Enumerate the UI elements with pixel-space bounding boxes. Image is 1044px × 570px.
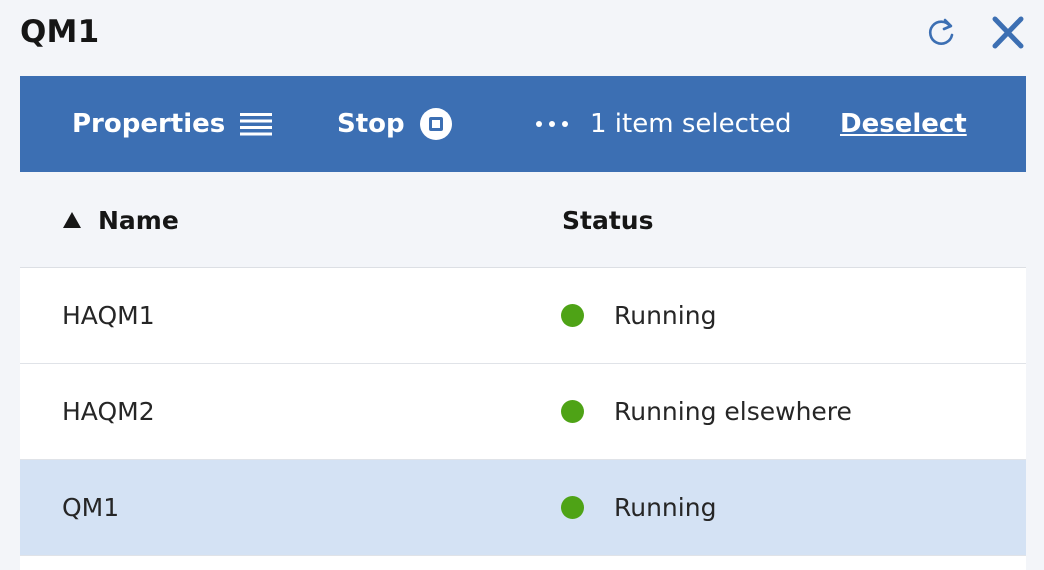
cell-name: HAQM1 — [62, 301, 155, 330]
page-title: QM1 — [20, 14, 100, 50]
refresh-icon[interactable] — [926, 16, 960, 54]
deselect-link[interactable]: Deselect — [840, 76, 967, 172]
status-running-icon — [561, 304, 584, 327]
cell-status: Running — [561, 460, 716, 555]
cell-status: Running — [561, 268, 716, 363]
cell-status: Running elsewhere — [561, 364, 852, 459]
overflow-menu-icon — [536, 121, 568, 127]
status-text: Running elsewhere — [614, 397, 852, 426]
stop-label: Stop — [337, 109, 405, 139]
stop-icon — [419, 108, 452, 140]
column-label-status: Status — [562, 205, 654, 235]
table-header: Name Status — [20, 172, 1026, 268]
panel-header: QM1 — [0, 0, 1044, 74]
column-header-name[interactable]: Name — [62, 172, 179, 268]
cell-name: QM1 — [62, 493, 120, 522]
cell-name: HAQM2 — [62, 397, 155, 426]
column-label-name: Name — [98, 205, 179, 235]
list-icon — [240, 113, 273, 136]
status-running-icon — [561, 496, 584, 519]
column-header-status: Status — [562, 172, 653, 268]
close-icon[interactable] — [990, 16, 1026, 54]
table-row[interactable]: HAQM1 Running — [20, 268, 1026, 364]
batch-action-toolbar: Properties Stop 1 item selected Deselect — [20, 76, 1026, 172]
status-text: Running — [614, 493, 717, 522]
status-running-icon — [561, 400, 584, 423]
properties-button[interactable]: Properties — [72, 76, 273, 172]
stop-button[interactable]: Stop — [337, 76, 453, 172]
overflow-menu-button[interactable] — [520, 76, 570, 172]
selection-count: 1 item selected — [590, 109, 792, 139]
table-row-selected[interactable]: QM1 Running — [20, 460, 1026, 556]
table-row[interactable]: HAQM2 Running elsewhere — [20, 364, 1026, 460]
queue-manager-table: Properties Stop 1 item selected Deselect… — [20, 76, 1026, 570]
sort-ascending-icon — [63, 212, 81, 228]
properties-label: Properties — [72, 109, 226, 139]
status-text: Running — [614, 301, 717, 330]
